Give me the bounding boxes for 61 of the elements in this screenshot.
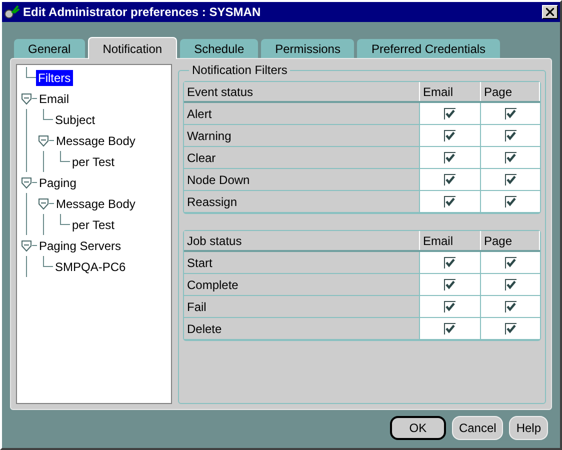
tree-item[interactable]: Message Body — [54, 132, 138, 148]
tree-item[interactable]: Paging Servers — [37, 238, 124, 254]
table-cell: Complete — [184, 274, 420, 295]
collapse-icon[interactable] — [38, 198, 49, 210]
dialog-button[interactable]: OK — [390, 416, 446, 440]
column-header[interactable]: Email — [420, 82, 481, 101]
checkbox[interactable] — [444, 300, 456, 312]
table-cell: Reassign — [184, 191, 420, 212]
tab[interactable]: Notification — [88, 37, 178, 59]
column-header[interactable]: Job status — [184, 231, 420, 250]
checkbox[interactable] — [444, 256, 456, 268]
checkbox[interactable] — [504, 322, 516, 334]
table-cell: Delete — [184, 318, 420, 339]
tree-item[interactable]: per Test — [70, 154, 116, 170]
collapse-icon[interactable] — [21, 176, 32, 188]
column-header[interactable]: Email — [420, 231, 481, 250]
tab[interactable]: General — [14, 39, 85, 58]
group-title: Notification Filters — [189, 63, 290, 77]
checkbox[interactable] — [444, 322, 456, 334]
tree-item[interactable]: Email — [37, 90, 72, 106]
column-header[interactable]: Event status — [184, 82, 420, 101]
checkbox[interactable] — [504, 130, 516, 142]
checkbox[interactable] — [444, 108, 456, 120]
tab[interactable]: Permissions — [261, 39, 354, 58]
checkbox[interactable] — [504, 108, 516, 120]
checkbox[interactable] — [504, 278, 516, 290]
close-button[interactable] — [542, 5, 558, 19]
tree-item[interactable]: Message Body — [54, 196, 138, 212]
table-cell: Node Down — [184, 169, 420, 190]
dialog-button[interactable]: Help — [509, 416, 548, 440]
tab[interactable]: Preferred Credentials — [357, 39, 500, 58]
table-cell: Warning — [184, 125, 420, 146]
checkbox[interactable] — [504, 152, 516, 164]
table-cell: Alert — [184, 103, 420, 124]
tree-item[interactable]: Paging — [37, 174, 78, 190]
tab[interactable]: Schedule — [180, 39, 258, 58]
window-title: Edit Administrator preferences : SYSMAN — [23, 4, 262, 21]
checkbox[interactable] — [444, 196, 456, 208]
table-cell: Fail — [184, 296, 420, 317]
collapse-icon[interactable] — [21, 240, 32, 252]
collapse-icon[interactable] — [38, 134, 49, 146]
table-cell: Clear — [184, 147, 420, 168]
tree-item[interactable]: per Test — [70, 216, 116, 232]
dialog-button[interactable]: Cancel — [452, 416, 504, 440]
checkbox[interactable] — [444, 152, 456, 164]
collapse-icon[interactable] — [21, 92, 32, 104]
checkbox[interactable] — [504, 196, 516, 208]
column-header[interactable]: Page — [481, 231, 540, 250]
column-header[interactable]: Page — [481, 82, 540, 101]
table-cell: Start — [184, 252, 420, 273]
tree-item[interactable]: SMPQA-PC6 — [53, 258, 128, 274]
close-icon — [546, 8, 554, 16]
checkbox[interactable] — [444, 174, 456, 186]
app-icon — [4, 4, 20, 20]
checkbox[interactable] — [504, 256, 516, 268]
checkbox[interactable] — [444, 278, 456, 290]
checkbox[interactable] — [444, 130, 456, 142]
tree-item[interactable]: Subject — [53, 112, 98, 128]
checkbox[interactable] — [504, 300, 516, 312]
checkbox[interactable] — [504, 174, 516, 186]
tree-item[interactable]: Filters — [36, 70, 73, 86]
